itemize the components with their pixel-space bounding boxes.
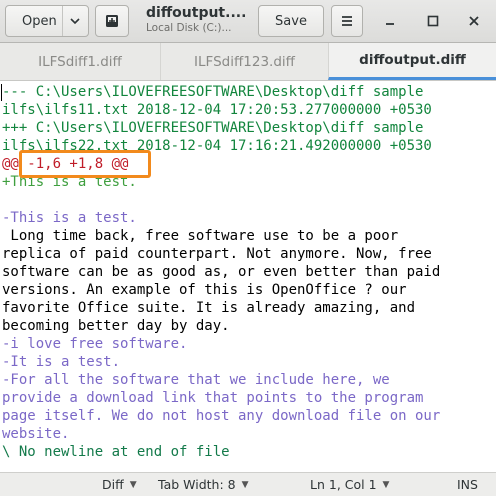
- cursor-position-selector[interactable]: Ln 1, Col 1 ▼: [310, 477, 389, 492]
- minimize-button[interactable]: [380, 11, 400, 31]
- tab-label: diffoutput.diff: [359, 52, 466, 68]
- new-document-icon: [106, 15, 118, 27]
- tab-ilfsdiff1[interactable]: ILFSdiff1.diff: [0, 43, 160, 80]
- status-bar: Diff ▼ Tab Width: 8 ▼ Ln 1, Col 1 ▼ INS: [0, 472, 496, 496]
- tab-width-selector[interactable]: Tab Width: 8 ▼: [158, 477, 249, 492]
- diff-header-line: --- C:\Users\ILOVEFREESOFTWARE\Desktop\d…: [2, 84, 424, 100]
- tab-diffoutput[interactable]: diffoutput.diff: [328, 43, 496, 80]
- close-icon: [469, 16, 479, 26]
- tab-bar: ILFSdiff1.diff ILFSdiff123.diff diffoutp…: [0, 43, 496, 81]
- context-line: Long time back, free software use to be …: [2, 228, 399, 244]
- removed-line: website.: [2, 426, 70, 442]
- document-location: Local Disk (C:)...: [146, 22, 232, 34]
- tab-label: ILFSdiff1.diff: [38, 53, 122, 70]
- document-title: diffoutput....: [146, 5, 247, 21]
- removed-line: -This is a test.: [2, 210, 137, 226]
- language-selector[interactable]: Diff ▼: [102, 477, 137, 492]
- removed-line: -For all the software that we include he…: [2, 372, 390, 388]
- chevron-down-icon: ▼: [241, 479, 249, 490]
- cursor-position-label: Ln 1, Col 1: [310, 477, 377, 492]
- tab-ilfsdiff123[interactable]: ILFSdiff123.diff: [160, 43, 328, 80]
- chevron-down-icon[interactable]: [70, 17, 80, 25]
- maximize-icon: [427, 15, 439, 27]
- language-label: Diff: [102, 477, 124, 492]
- context-line: replica of paid counterpart. Not anymore…: [2, 246, 432, 262]
- save-button-label: Save: [275, 13, 307, 29]
- new-document-button[interactable]: [95, 5, 129, 37]
- open-button[interactable]: Open: [5, 5, 89, 37]
- hunk-header-highlight: [19, 150, 151, 178]
- no-newline-line: \ No newline at end of file: [2, 444, 230, 460]
- removed-line: page itself. We do not host any download…: [2, 408, 441, 424]
- close-button[interactable]: [464, 11, 484, 31]
- context-line: software can be as good as, or even bett…: [2, 264, 441, 280]
- removed-line: -It is a test.: [2, 354, 121, 370]
- text-editor[interactable]: --- C:\Users\ILOVEFREESOFTWARE\Desktop\d…: [0, 82, 496, 467]
- insert-mode-label: INS: [457, 477, 478, 492]
- removed-line: -i love free software.: [2, 336, 188, 352]
- context-line: becoming better day by day.: [2, 318, 230, 334]
- tab-width-label: Tab Width: 8: [158, 477, 236, 492]
- window-title: diffoutput.... Local Disk (C:)...: [146, 5, 250, 34]
- context-line: versions. An example of this is OpenOffi…: [2, 282, 407, 298]
- chevron-down-icon: ▼: [382, 479, 390, 490]
- context-line: favorite Office suite. It is already ama…: [2, 300, 416, 316]
- save-button[interactable]: Save: [258, 5, 324, 37]
- removed-line: provide a download link that points to t…: [2, 390, 424, 406]
- open-button-label: Open: [22, 13, 57, 29]
- diff-header-line: ilfs\ilfs11.txt 2018-12-04 17:20:53.2770…: [2, 102, 432, 118]
- chevron-down-icon: ▼: [129, 479, 137, 490]
- maximize-button[interactable]: [423, 11, 443, 31]
- diff-header-line: +++ C:\Users\ILOVEFREESOFTWARE\Desktop\d…: [2, 120, 424, 136]
- header-bar: Open diffoutput.... Local Disk (C:)... S…: [0, 0, 496, 43]
- menu-button[interactable]: [331, 5, 363, 37]
- hamburger-menu-icon: [342, 16, 352, 26]
- minimize-icon: [386, 23, 394, 25]
- open-button-divider: [62, 6, 63, 36]
- insert-mode-indicator[interactable]: INS: [457, 477, 478, 492]
- tab-label: ILFSdiff123.diff: [194, 53, 295, 70]
